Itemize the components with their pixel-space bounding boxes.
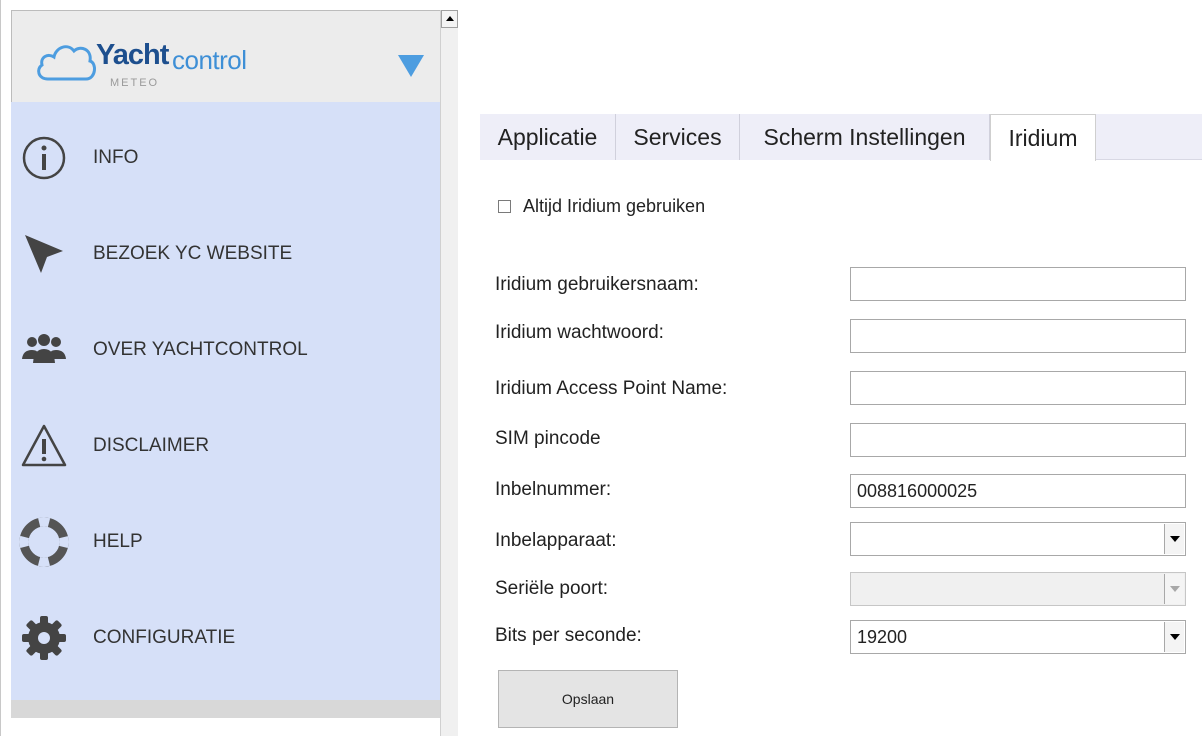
save-button[interactable]: Opslaan: [498, 670, 678, 728]
sidebar-item-label: OVER YACHTCONTROL: [93, 339, 308, 360]
sim-pincode-label: SIM pincode: [495, 428, 601, 449]
sidebar-item-info[interactable]: INFO: [11, 110, 441, 206]
chevron-down-icon[interactable]: [1164, 622, 1184, 652]
sidebar-item-label: CONFIGURATIE: [93, 627, 236, 648]
tab-applicatie[interactable]: Applicatie: [480, 114, 616, 160]
info-icon: [22, 136, 66, 180]
dropdown-triangle-icon[interactable]: [398, 55, 424, 77]
dial-number-label: Inbelnummer:: [495, 479, 612, 500]
dial-number-input[interactable]: 008816000025: [850, 474, 1186, 508]
sim-pincode-input[interactable]: [850, 423, 1186, 457]
cloud-logo-icon: [37, 45, 96, 81]
cursor-arrow-icon: [25, 235, 63, 273]
apn-input[interactable]: [850, 371, 1186, 405]
sidebar-item-label: INFO: [93, 147, 139, 168]
sidebar-item-website[interactable]: BEZOEK YC WEBSITE: [11, 206, 441, 302]
always-iridium-label: Altijd Iridium gebruiken: [523, 196, 706, 216]
warning-icon: [21, 424, 67, 467]
bits-per-second-select[interactable]: 19200: [850, 620, 1186, 654]
tab-services[interactable]: Services: [616, 114, 740, 160]
sidebar-menu: INFO BEZOEK YC WEBSITE OVER YACHTCONTROL…: [11, 102, 441, 700]
sidebar: Yacht control METEO INFO BEZOEK YC WEBSI…: [0, 0, 458, 736]
tab-scherm-instellingen[interactable]: Scherm Instellingen: [740, 114, 990, 160]
logo-sub: METEO: [110, 77, 160, 89]
yachtcontrol-logo: Yacht control METEO: [34, 31, 274, 93]
sidebar-item-about[interactable]: OVER YACHTCONTROL: [11, 302, 441, 398]
sidebar-item-configuratie[interactable]: CONFIGURATIE: [11, 590, 441, 686]
dial-device-select[interactable]: [850, 522, 1186, 556]
main-panel: Applicatie Services Scherm Instellingen …: [458, 0, 1202, 736]
username-label: Iridium gebruikersnaam:: [495, 274, 699, 295]
logo-brand-secondary: control: [172, 45, 247, 75]
bits-per-second-label: Bits per seconde:: [495, 625, 642, 646]
bits-per-second-value: 19200: [857, 626, 908, 647]
apn-label: Iridium Access Point Name:: [495, 378, 728, 399]
chevron-down-icon[interactable]: [1164, 524, 1184, 554]
tab-bar: Applicatie Services Scherm Instellingen …: [480, 114, 1202, 161]
sidebar-bottom: [11, 718, 441, 736]
always-iridium-checkbox[interactable]: [498, 200, 511, 213]
sidebar-item-label: DISCLAIMER: [93, 435, 210, 456]
sidebar-item-disclaimer[interactable]: DISCLAIMER: [11, 398, 441, 494]
serial-port-label: Seriële poort:: [495, 578, 609, 599]
password-label: Iridium wachtwoord:: [495, 322, 664, 343]
sidebar-footer-bar: [11, 700, 441, 718]
sidebar-header[interactable]: Yacht control METEO: [11, 10, 441, 102]
sidebar-item-label: BEZOEK YC WEBSITE: [93, 243, 293, 264]
sidebar-item-label: HELP: [93, 531, 143, 552]
password-input[interactable]: [850, 319, 1186, 353]
chevron-down-icon: [1164, 574, 1184, 604]
lifebuoy-icon: [19, 517, 69, 567]
sidebar-scrollbar[interactable]: [440, 10, 458, 736]
app-window: Yacht control METEO INFO BEZOEK YC WEBSI…: [0, 0, 1202, 736]
scroll-up-arrow-icon[interactable]: [441, 10, 458, 28]
always-iridium-row[interactable]: Altijd Iridium gebruiken: [498, 196, 705, 217]
users-group-icon: [22, 334, 66, 363]
sidebar-item-help[interactable]: HELP: [11, 494, 441, 590]
serial-port-select: [850, 572, 1186, 606]
dial-device-label: Inbelapparaat:: [495, 530, 617, 551]
username-input[interactable]: [850, 267, 1186, 301]
tab-iridium[interactable]: Iridium: [990, 114, 1096, 161]
logo-brand-main: Yacht: [96, 39, 169, 71]
gear-icon: [22, 616, 66, 660]
